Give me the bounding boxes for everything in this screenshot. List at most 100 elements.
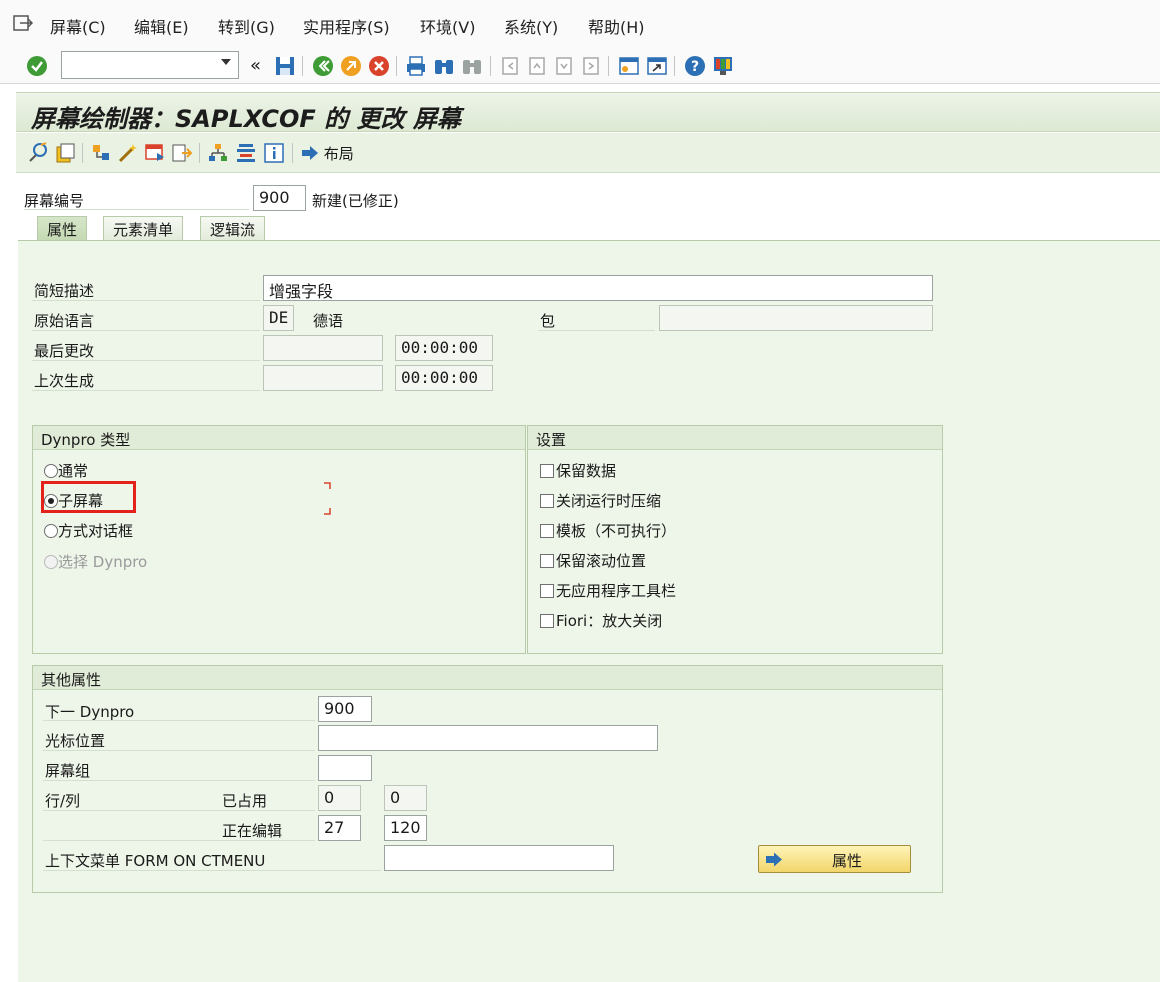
hierarchy-icon[interactable]	[206, 141, 230, 165]
checkbox-hold-scroll[interactable]: 保留滚动位置	[540, 550, 646, 571]
check-object-icon[interactable]	[89, 141, 113, 165]
chevron-down-icon[interactable]	[221, 59, 231, 65]
command-field[interactable]	[61, 51, 239, 79]
exit-icon[interactable]	[12, 14, 34, 34]
layout-button[interactable]: 布局	[301, 143, 354, 165]
toolbar-separator	[396, 56, 397, 76]
checkbox-no-compression-label: 关闭运行时压缩	[556, 492, 662, 510]
toolbar-separator	[608, 56, 609, 76]
next-dynpro-label: 下一 Dynpro	[45, 703, 135, 721]
test-icon[interactable]	[143, 141, 167, 165]
activate-icon[interactable]	[116, 141, 140, 165]
back-icon[interactable]	[311, 54, 335, 78]
last-changed-time: 00:00:00	[395, 335, 493, 361]
next-page-icon[interactable]	[552, 54, 576, 78]
shortcut-icon[interactable]	[645, 54, 669, 78]
screen-number-label: 屏幕编号	[24, 192, 85, 210]
last-page-icon[interactable]	[579, 54, 603, 78]
toggle-display-change-icon[interactable]	[26, 141, 50, 165]
customize-layout-icon[interactable]	[711, 54, 735, 78]
cursor-position-input[interactable]	[318, 725, 658, 751]
divider	[24, 209, 249, 210]
arrow-right-icon	[766, 852, 782, 867]
radio-normal[interactable]: 通常	[44, 460, 88, 481]
row-col-label: 行/列	[45, 792, 81, 810]
menu-system[interactable]: 系统(Y)	[504, 14, 558, 38]
editing-col-value: 120	[390, 818, 421, 837]
checkbox-hold-data[interactable]: 保留数据	[540, 460, 616, 481]
last-generated-time: 00:00:00	[395, 365, 493, 391]
short-desc-input[interactable]: 增强字段	[263, 275, 933, 301]
screen-status: 新建(已修正)	[312, 192, 399, 210]
other-object-icon[interactable]	[53, 141, 77, 165]
new-session-icon[interactable]	[617, 54, 641, 78]
orig-lang-label: 原始语言	[34, 312, 95, 330]
align-icon[interactable]	[234, 141, 258, 165]
attributes-button[interactable]: 属性	[758, 845, 911, 873]
editing-col-input[interactable]: 120	[384, 815, 427, 841]
menu-help[interactable]: 帮助(H)	[588, 14, 645, 38]
previous-page-icon[interactable]	[525, 54, 549, 78]
cancel-icon[interactable]	[367, 54, 391, 78]
orig-lang-code: DE	[269, 308, 289, 327]
tab-flow-logic[interactable]: 逻辑流	[200, 216, 266, 240]
help-icon[interactable]: ?	[683, 54, 707, 78]
page-title: 屏幕绘制器：SAPLXCOF 的 更改 屏幕	[31, 105, 461, 133]
radio-selection-screen-label: 选择 Dynpro	[58, 553, 148, 571]
screen-group-input[interactable]	[318, 755, 372, 781]
checkbox-icon[interactable]	[540, 494, 554, 508]
attributes-button-label: 属性	[832, 852, 863, 870]
menu-edit[interactable]: 编辑(E)	[134, 14, 189, 38]
checkbox-icon[interactable]	[540, 524, 554, 538]
checkbox-template[interactable]: 模板（不可执行）	[540, 520, 676, 541]
checkbox-icon[interactable]	[540, 614, 554, 628]
occupied-row-value: 0	[324, 788, 335, 807]
save-icon[interactable]	[273, 54, 297, 78]
occupied-label: 已占用	[222, 792, 268, 810]
tab-flow-logic-label: 逻辑流	[210, 221, 256, 239]
highlight-box	[41, 481, 136, 513]
occupied-col-value: 0	[390, 788, 401, 807]
radio-modal-dialog[interactable]: 方式对话框	[44, 520, 133, 541]
menu-environment[interactable]: 环境(V)	[420, 14, 475, 38]
menu-utilities[interactable]: 实用程序(S)	[303, 14, 390, 38]
package-label: 包	[540, 312, 556, 330]
editing-row-value: 27	[324, 818, 345, 837]
context-menu-input[interactable]	[384, 845, 614, 871]
collapse-icon[interactable]: «	[250, 55, 261, 76]
checkbox-no-compression[interactable]: 关闭运行时压缩	[540, 490, 661, 511]
arrow-right-icon	[302, 146, 318, 160]
menu-screen[interactable]: 屏幕(C)	[50, 14, 106, 38]
checkbox-icon[interactable]	[540, 554, 554, 568]
editing-row-input[interactable]: 27	[318, 815, 361, 841]
checkbox-icon[interactable]	[540, 584, 554, 598]
print-icon[interactable]	[404, 54, 428, 78]
check-icon[interactable]	[25, 54, 49, 78]
radio-icon[interactable]	[44, 524, 58, 538]
tab-element-list[interactable]: 元素清单	[103, 216, 184, 240]
first-page-icon[interactable]	[498, 54, 522, 78]
find-next-icon[interactable]	[460, 54, 484, 78]
last-changed-date	[263, 335, 383, 361]
svg-text:?: ?	[691, 59, 699, 75]
last-generated-time-value: 00:00:00	[401, 368, 479, 387]
find-icon[interactable]	[432, 54, 456, 78]
left-margin	[0, 84, 16, 982]
next-dynpro-value: 900	[324, 699, 355, 718]
next-dynpro-input[interactable]: 900	[318, 696, 372, 722]
info-icon[interactable]	[262, 141, 286, 165]
checkbox-no-app-toolbar[interactable]: 无应用程序工具栏	[540, 580, 676, 601]
exit-icon[interactable]	[339, 54, 363, 78]
last-generated-label: 上次生成	[34, 372, 95, 390]
menu-goto[interactable]: 转到(G)	[218, 14, 275, 38]
where-used-icon[interactable]	[170, 141, 194, 165]
radio-selection-screen: 选择 Dynpro	[44, 551, 147, 572]
checkbox-fiori-zoom[interactable]: Fiori：放大关闭	[540, 610, 662, 631]
divider	[32, 390, 260, 391]
tab-attributes[interactable]: 属性	[37, 216, 88, 241]
checkbox-hold-scroll-label: 保留滚动位置	[556, 552, 647, 570]
other-attributes-title: 其他属性	[33, 666, 942, 690]
checkbox-icon[interactable]	[540, 464, 554, 478]
toolbar-separator	[302, 56, 303, 76]
radio-icon[interactable]	[44, 464, 58, 478]
